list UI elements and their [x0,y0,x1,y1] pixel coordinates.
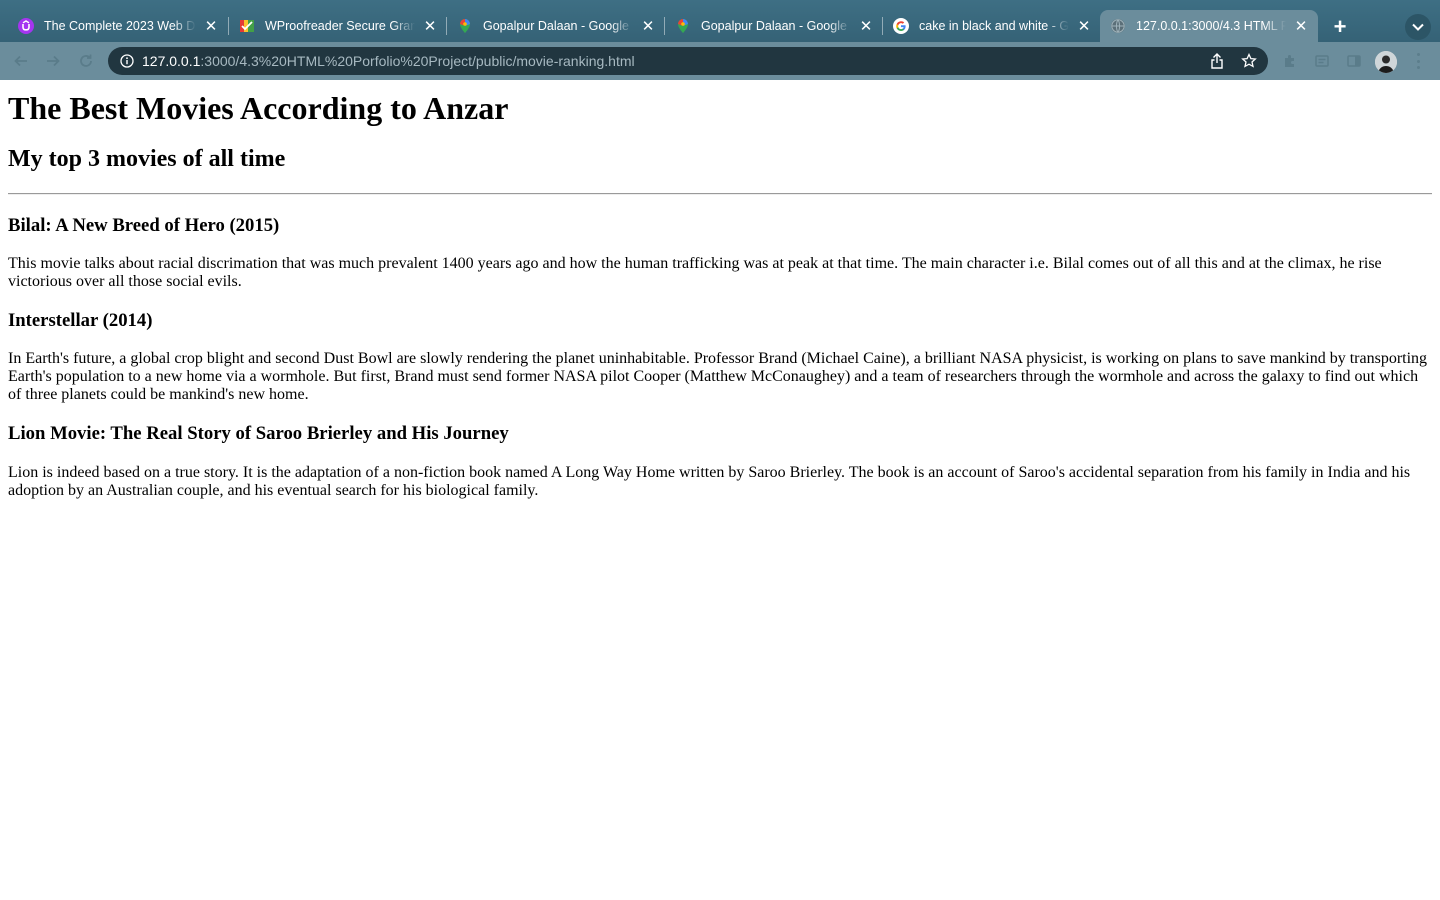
movie-description: Lion is indeed based on a true story. It… [8,463,1411,499]
page-content: The Best Movies According to Anzar My to… [0,80,1440,900]
page-title: The Best Movies According to Anzar [8,90,509,126]
wproofreader-icon [239,18,255,34]
movie-description: In Earth's future, a global crop blight … [8,350,1428,404]
close-icon[interactable]: ✕ [421,17,439,35]
divider [8,192,1432,195]
extension-puzzle-icon[interactable] [1282,53,1298,69]
browser-tab-1[interactable]: The Complete 2023 Web Development Bootca… [8,10,228,42]
google-icon [893,18,909,34]
browser-tab-2[interactable]: WProofreader Secure Grammar Checker ✕ [229,10,447,42]
movie-entry: Lion Movie: The Real Story of Saroo Brie… [8,423,1432,499]
share-icon[interactable] [1208,52,1226,70]
globe-icon [1110,18,1126,34]
url-path: :3000/4.3%20HTML%20Porfolio%20Project/pu… [200,53,635,69]
tab-title: 127.0.0.1:3000/4.3 HTML Porfolio Project… [1136,19,1286,33]
close-icon[interactable]: ✕ [1075,17,1093,35]
browser-menu-icon[interactable] [1412,53,1424,69]
google-maps-icon [457,18,473,34]
browser-tab-4[interactable]: Gopalpur Dalaan - Google Maps ✕ [665,10,883,42]
udemy-icon [18,18,34,34]
address-bar[interactable]: 127.0.0.1:3000/4.3%20HTML%20Porfolio%20P… [108,47,1268,75]
tab-title: cake in black and white - Google Search [919,19,1069,33]
reading-list-icon[interactable] [1314,53,1330,69]
tab-title: Gopalpur Dalaan - Google Maps [701,19,851,33]
page-subtitle: My top 3 movies of all time [8,145,286,172]
site-info-icon[interactable] [120,54,134,68]
side-panel-icon[interactable] [1346,53,1362,69]
close-icon[interactable]: ✕ [1292,17,1310,35]
movie-heading: Lion Movie: The Real Story of Saroo Brie… [8,423,509,445]
google-maps-icon [675,18,691,34]
url-host: 127.0.0.1 [142,53,201,69]
bookmark-star-icon[interactable] [1240,52,1258,70]
close-icon[interactable]: ✕ [202,17,220,35]
browser-tab-3[interactable]: Gopalpur Dalaan - Google Maps ✕ [447,10,665,42]
close-icon[interactable]: ✕ [639,17,657,35]
back-arrow-icon[interactable] [10,50,32,72]
movie-heading: Interstellar (2014) [8,310,153,332]
tab-title: Gopalpur Dalaan - Google Maps [483,19,633,33]
url-text: 127.0.0.1:3000/4.3%20HTML%20Porfolio%20P… [142,53,635,69]
tab-search-chevron-icon[interactable] [1405,14,1431,40]
close-icon[interactable]: ✕ [857,17,875,35]
reload-icon[interactable] [75,50,97,72]
browser-toolbar: 127.0.0.1:3000/4.3%20HTML%20Porfolio%20P… [0,42,1440,80]
browser-tab-strip: The Complete 2023 Web Development Bootca… [0,0,1440,42]
tab-title: WProofreader Secure Grammar Checker [265,19,415,33]
movie-description: This movie talks about racial discrimati… [8,255,1382,291]
movie-entry: Interstellar (2014) In Earth's future, a… [8,310,1432,404]
tab-title: The Complete 2023 Web Development Bootca… [44,19,196,33]
browser-tab-active[interactable]: 127.0.0.1:3000/4.3 HTML Porfolio Project… [1100,10,1318,42]
forward-arrow-icon[interactable] [42,50,64,72]
movie-heading: Bilal: A New Breed of Hero (2015) [8,214,280,236]
movie-entry: Bilal: A New Breed of Hero (2015) This m… [8,215,1432,291]
new-tab-icon[interactable]: + [1328,14,1352,39]
profile-avatar[interactable] [1375,51,1397,73]
browser-tab-5[interactable]: cake in black and white - Google Search … [883,10,1101,42]
